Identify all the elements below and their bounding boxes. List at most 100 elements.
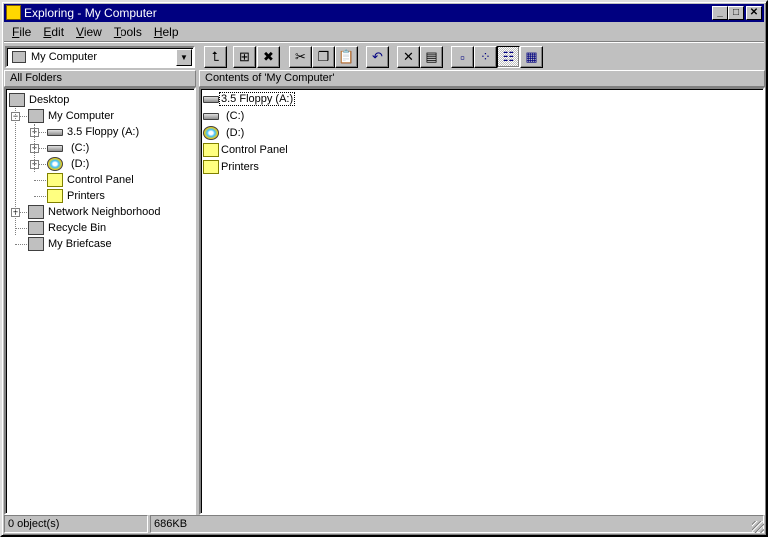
disconnect-network-drive-button[interactable]: ✖: [257, 46, 280, 68]
list-icon: ☷: [502, 49, 515, 64]
tree-line: [34, 196, 46, 197]
large-icons-button[interactable]: ▫: [451, 46, 474, 68]
tree-item-label: Recycle Bin: [48, 222, 107, 234]
paste-icon: 📋: [338, 49, 355, 64]
cut-icon: ✂: [295, 49, 306, 64]
tree-item-label: My Briefcase: [48, 238, 112, 250]
map-network-drive-icon: ⊞: [239, 49, 250, 64]
tree-line: [34, 124, 35, 172]
details-icon: ▦: [525, 49, 538, 64]
drive-drive-icon: [203, 113, 219, 120]
content-item[interactable]: Control Panel: [203, 142, 289, 158]
properties-icon: ▤: [425, 49, 438, 64]
content-item[interactable]: 3.5 Floppy (A:): [203, 91, 296, 107]
menu-accelerator: E: [43, 23, 52, 41]
menu-edit[interactable]: Edit E: [37, 23, 70, 41]
drive-drive-icon: [47, 145, 63, 152]
tree-item[interactable]: Control Panel: [47, 172, 194, 188]
recycle-bin-icon: [28, 221, 44, 235]
menu-help[interactable]: Help H: [148, 23, 185, 41]
menu-file[interactable]: File F: [6, 23, 37, 41]
folder-icon: [203, 160, 219, 174]
tree-item[interactable]: (C:): [47, 140, 194, 156]
menu-bar: File F Edit E View V Tools T Help H: [6, 23, 185, 41]
floppy-drive-icon: [47, 129, 63, 136]
folder-tree[interactable]: Desktop My Computer −3.5 Floppy (A:) + (C:) +…: [4, 87, 196, 515]
content-item-label: Control Panel: [221, 144, 288, 156]
content-item[interactable]: (D:): [203, 125, 245, 141]
menu-view[interactable]: View V: [70, 23, 108, 41]
delete-button[interactable]: ✕: [397, 46, 420, 68]
up-one-level-button[interactable]: ⮤: [204, 46, 227, 68]
explorer-icon: [6, 5, 21, 20]
tree-item-label: Network Neighborhood: [48, 206, 161, 218]
tree-item[interactable]: My Computer: [28, 108, 194, 124]
my-computer-icon: [28, 109, 44, 123]
tree-item[interactable]: Network Neighborhood: [28, 204, 194, 220]
dropdown-arrow-button[interactable]: ▼: [176, 49, 192, 66]
tree-item-label: 3.5 Floppy (A:): [67, 126, 140, 138]
tree-item-label: My Computer: [48, 110, 115, 122]
menu-accelerator: H: [153, 23, 163, 41]
small-icons-button[interactable]: ⁘: [474, 46, 497, 68]
cd-drive-icon: [47, 157, 63, 171]
details-button[interactable]: ▦: [520, 46, 543, 68]
tree-line: [15, 108, 16, 235]
tree-item-label: (C:): [71, 142, 90, 154]
tree-item[interactable]: Printers: [47, 188, 194, 204]
tree-item-label: Control Panel: [67, 174, 134, 186]
all-folders-header: All Folders: [4, 70, 196, 87]
list-button[interactable]: ☷: [497, 46, 520, 68]
content-item-label: (D:): [226, 127, 245, 139]
briefcase-icon: [28, 237, 44, 251]
my-computer-icon: [12, 51, 26, 63]
contents-list[interactable]: 3.5 Floppy (A:) (C:) (D:) Control Panel Prin…: [199, 87, 765, 515]
tree-item[interactable]: My Briefcase: [28, 236, 194, 252]
properties-button[interactable]: ▤: [420, 46, 443, 68]
map-network-drive-button[interactable]: ⊞: [233, 46, 256, 68]
menu-accelerator: V: [76, 23, 85, 41]
tree-item[interactable]: Desktop: [9, 92, 179, 108]
content-item-label: Printers: [221, 161, 259, 173]
contents-header: Contents of 'My Computer': [199, 70, 765, 87]
disconnect-network-drive-icon: ✖: [263, 49, 274, 64]
folder-icon: [203, 143, 219, 157]
undo-button[interactable]: ↶: [366, 46, 389, 68]
copy-button[interactable]: ❐: [312, 46, 335, 68]
tree-item[interactable]: (D:): [47, 156, 194, 172]
title-bar[interactable]: Exploring - My Computer _ □ ✕: [4, 4, 764, 22]
address-combo[interactable]: My Computer ▼: [5, 46, 195, 68]
tree-item[interactable]: Recycle Bin: [28, 220, 194, 236]
delete-icon: ✕: [403, 49, 414, 64]
maximize-button[interactable]: □: [728, 6, 744, 20]
resize-grip[interactable]: [752, 521, 764, 533]
menu-tools[interactable]: Tools T: [108, 23, 148, 41]
paste-button[interactable]: 📋: [335, 46, 358, 68]
large-icons-icon: ▫: [460, 49, 465, 65]
copy-icon: ❐: [317, 49, 330, 64]
tree-item[interactable]: 3.5 Floppy (A:): [47, 124, 194, 140]
content-item-label: 3.5 Floppy (A:): [218, 92, 296, 106]
folder-icon: [47, 173, 63, 187]
cut-button[interactable]: ✂: [289, 46, 312, 68]
address-value: My Computer: [31, 51, 98, 63]
tree-item-label: Printers: [67, 190, 105, 202]
close-button[interactable]: ✕: [746, 6, 762, 20]
content-item[interactable]: (C:): [203, 108, 245, 124]
network-icon: [28, 205, 44, 219]
status-size: 686KB: [150, 515, 764, 533]
tree-line: [34, 180, 46, 181]
window-title: Exploring - My Computer: [24, 6, 157, 20]
small-icons-icon: ⁘: [480, 49, 491, 64]
content-item-label: (C:): [226, 110, 245, 122]
folder-icon: [47, 189, 63, 203]
content-item[interactable]: Printers: [203, 159, 260, 175]
floppy-drive-icon: [203, 96, 219, 103]
menu-separator: [4, 41, 764, 43]
menu-accelerator: T: [113, 23, 122, 41]
minimize-button[interactable]: _: [712, 6, 728, 20]
tree-line: [15, 228, 27, 229]
up-one-level-icon: ⮤: [211, 49, 220, 64]
menu-accelerator: F: [12, 23, 20, 41]
desktop-icon: [9, 93, 25, 107]
